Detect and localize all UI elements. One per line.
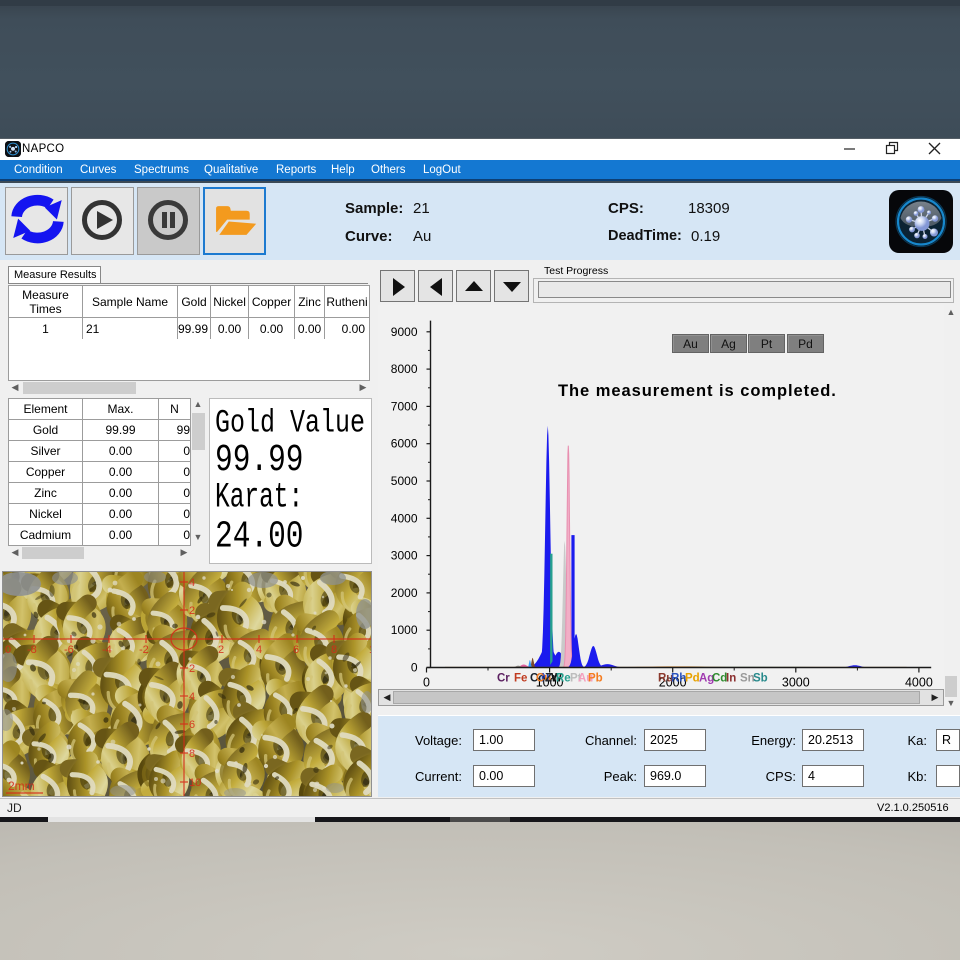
svg-text:4: 4 bbox=[256, 644, 262, 656]
svg-text:0: 0 bbox=[5, 644, 11, 656]
svg-text:10: 10 bbox=[189, 777, 201, 789]
svg-text:Re: Re bbox=[556, 673, 571, 685]
svg-text:8: 8 bbox=[331, 644, 337, 656]
svg-text:3000: 3000 bbox=[391, 549, 418, 563]
svg-text:Pd: Pd bbox=[685, 673, 700, 685]
svg-text:1: 1 bbox=[369, 644, 371, 656]
svg-text:2000: 2000 bbox=[391, 586, 418, 600]
svg-text:2: 2 bbox=[189, 663, 195, 675]
svg-text:Sb: Sb bbox=[753, 673, 768, 685]
svg-text:8: 8 bbox=[189, 748, 195, 760]
svg-text:2: 2 bbox=[218, 644, 224, 656]
svg-text:5000: 5000 bbox=[391, 474, 418, 488]
svg-text:0: 0 bbox=[411, 661, 418, 675]
svg-text:3000: 3000 bbox=[782, 676, 810, 690]
svg-text:9000: 9000 bbox=[391, 325, 418, 339]
svg-text:4: 4 bbox=[189, 577, 195, 589]
svg-text:-6: -6 bbox=[64, 644, 74, 656]
svg-text:0: 0 bbox=[423, 676, 430, 690]
svg-text:4000: 4000 bbox=[905, 676, 933, 690]
svg-text:4: 4 bbox=[189, 691, 195, 703]
svg-text:7000: 7000 bbox=[391, 399, 418, 413]
svg-text:1000: 1000 bbox=[391, 623, 418, 637]
svg-text:6: 6 bbox=[189, 719, 195, 731]
svg-text:2: 2 bbox=[189, 605, 195, 617]
svg-text:6: 6 bbox=[293, 644, 299, 656]
svg-text:6000: 6000 bbox=[391, 437, 418, 451]
svg-text:In: In bbox=[726, 673, 736, 685]
svg-text:2mm: 2mm bbox=[8, 779, 35, 793]
svg-text:-8: -8 bbox=[27, 644, 37, 656]
svg-text:Fe: Fe bbox=[514, 673, 527, 685]
svg-text:4000: 4000 bbox=[391, 511, 418, 525]
svg-text:8000: 8000 bbox=[391, 362, 418, 376]
svg-text:Pb: Pb bbox=[588, 673, 603, 685]
svg-text:-4: -4 bbox=[102, 644, 112, 656]
svg-text:-2: -2 bbox=[139, 644, 149, 656]
svg-text:Cr: Cr bbox=[497, 673, 510, 685]
